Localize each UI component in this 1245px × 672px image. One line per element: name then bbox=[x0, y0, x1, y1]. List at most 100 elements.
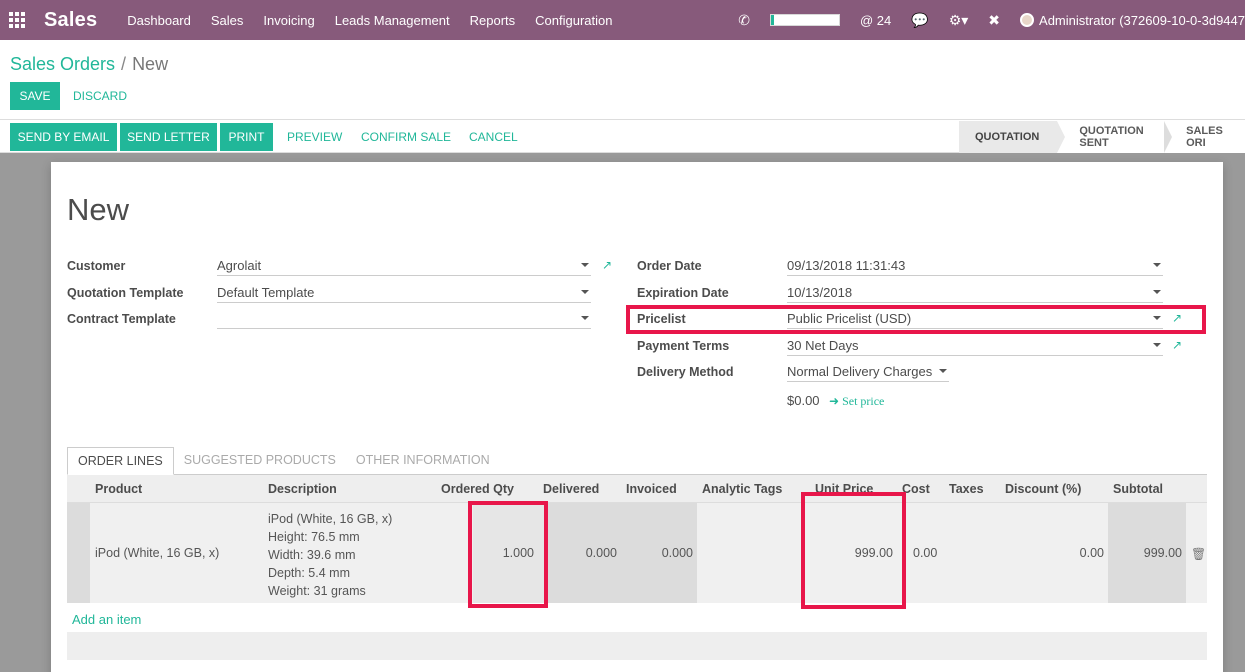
col-ordered-qty[interactable]: Ordered Qty bbox=[441, 482, 514, 496]
menu-reports[interactable]: Reports bbox=[470, 13, 516, 28]
trash-icon[interactable]: 🗑 bbox=[1191, 547, 1206, 561]
top-navbar: Sales Dashboard Sales Invoicing Leads Ma… bbox=[0, 0, 1245, 40]
chevron-down-icon[interactable] bbox=[1153, 343, 1161, 347]
bug-icon[interactable]: ⚙▾ bbox=[949, 12, 969, 29]
col-taxes[interactable]: Taxes bbox=[949, 482, 984, 496]
menu-sales[interactable]: Sales bbox=[211, 13, 244, 28]
send-letter-button[interactable]: SEND LETTER bbox=[120, 123, 217, 151]
stage-quotation-sent[interactable]: QUOTATION SENT bbox=[1057, 121, 1172, 153]
tab-order-lines[interactable]: ORDER LINES bbox=[67, 447, 174, 475]
col-cost[interactable]: Cost bbox=[902, 482, 930, 496]
expiration-date-value: 10/13/2018 bbox=[787, 285, 853, 300]
confirm-sale-button[interactable]: CONFIRM SALE bbox=[361, 123, 451, 151]
tab-suggested-products[interactable]: SUGGESTED PRODUCTS bbox=[174, 447, 346, 474]
payment-terms-value: 30 Net Days bbox=[787, 338, 859, 353]
chat-icon[interactable]: 💬 bbox=[911, 12, 928, 29]
description-line: iPod (White, 16 GB, x) bbox=[268, 512, 393, 526]
tab-other-information[interactable]: OTHER INFORMATION bbox=[346, 447, 500, 474]
description-line: Height: 76.5 mm bbox=[268, 530, 360, 544]
chevron-down-icon[interactable] bbox=[1153, 290, 1161, 294]
set-price-link[interactable]: ➜ Set price bbox=[829, 394, 884, 409]
description-line: Weight: 31 grams bbox=[268, 584, 366, 598]
send-by-email-button[interactable]: SEND BY EMAIL bbox=[10, 123, 117, 151]
order-date-field[interactable]: 09/13/2018 11:31:43 bbox=[787, 256, 1163, 276]
progress-bar[interactable] bbox=[770, 14, 840, 26]
progress-fill bbox=[771, 15, 775, 25]
quotation-template-field[interactable]: Default Template bbox=[217, 283, 591, 303]
add-item-link[interactable]: Add an item bbox=[72, 612, 141, 627]
menu-dashboard[interactable]: Dashboard bbox=[127, 13, 191, 28]
quotation-template-value: Default Template bbox=[217, 285, 315, 300]
chevron-down-icon[interactable] bbox=[581, 290, 589, 294]
breadcrumb: Sales Orders / New bbox=[10, 54, 168, 75]
cancel-button[interactable]: CANCEL bbox=[469, 123, 518, 151]
external-link-icon[interactable]: ↗ bbox=[1172, 338, 1182, 352]
chevron-down-icon[interactable] bbox=[581, 316, 589, 320]
menu-leads-management[interactable]: Leads Management bbox=[335, 13, 450, 28]
chevron-down-icon[interactable] bbox=[939, 369, 947, 373]
tools-icon[interactable]: ✖ bbox=[988, 12, 1000, 29]
cell-product: iPod (White, 16 GB, x) bbox=[95, 546, 220, 560]
expiration-date-field[interactable]: 10/13/2018 bbox=[787, 283, 1163, 303]
cell-cost: 0.00 bbox=[913, 546, 938, 560]
menu-invoicing[interactable]: Invoicing bbox=[263, 13, 314, 28]
col-description[interactable]: Description bbox=[268, 482, 337, 496]
control-panel: Sales Orders / New SAVE DISCARD SEND BY EM… bbox=[0, 40, 1245, 153]
user-menu[interactable]: Administrator (372609-10-0-3d9447 bbox=[1020, 13, 1245, 28]
apps-grid-icon[interactable] bbox=[0, 0, 34, 40]
breadcrumb-current: New bbox=[132, 54, 169, 74]
set-price-label: Set price bbox=[842, 394, 885, 408]
expiration-date-label: Expiration Date bbox=[637, 286, 729, 300]
breadcrumb-sales-orders[interactable]: Sales Orders bbox=[10, 54, 115, 74]
col-product[interactable]: Product bbox=[95, 482, 142, 496]
col-subtotal[interactable]: Subtotal bbox=[1113, 482, 1163, 496]
table-row[interactable]: iPod (White, 16 GB, x) iPod (White, 16 G… bbox=[67, 503, 1207, 603]
description-line: Depth: 5.4 mm bbox=[268, 566, 350, 580]
col-invoiced[interactable]: Invoiced bbox=[626, 482, 677, 496]
order-date-value: 09/13/2018 11:31:43 bbox=[787, 258, 906, 273]
quotation-template-label: Quotation Template bbox=[67, 286, 184, 300]
save-button[interactable]: SAVE bbox=[10, 82, 60, 110]
order-lines-header: Product Description Ordered Qty Delivere… bbox=[67, 475, 1207, 503]
unit-price-highlight bbox=[801, 492, 906, 609]
discard-button[interactable]: DISCARD bbox=[73, 82, 127, 110]
customer-value: Agrolait bbox=[217, 258, 262, 273]
avatar bbox=[1020, 13, 1035, 27]
cell-discount: 0.00 bbox=[1079, 546, 1104, 560]
delivery-method-value: Normal Delivery Charges bbox=[787, 364, 933, 379]
contract-template-field[interactable] bbox=[217, 309, 591, 329]
customer-field[interactable]: Agrolait bbox=[217, 256, 591, 276]
record-title: New bbox=[67, 192, 130, 227]
cell-subtotal: 999.00 bbox=[1143, 546, 1182, 560]
col-discount[interactable]: Discount (%) bbox=[1005, 482, 1081, 496]
form-sheet: New Customer Agrolait ↗ Quotation Templa… bbox=[51, 162, 1223, 672]
delivery-amount: $0.00 bbox=[787, 393, 820, 408]
customer-label: Customer bbox=[67, 259, 126, 273]
stage-quotation[interactable]: QUOTATION bbox=[959, 121, 1066, 153]
status-bar: QUOTATION QUOTATION SENT SALES ORI bbox=[959, 121, 1245, 153]
payment-terms-label: Payment Terms bbox=[637, 339, 730, 353]
delivery-method-field[interactable]: Normal Delivery Charges bbox=[787, 362, 949, 382]
table-footer bbox=[67, 632, 1207, 660]
ordered-qty-highlight bbox=[468, 501, 548, 608]
app-brand[interactable]: Sales bbox=[44, 9, 97, 32]
preview-button[interactable]: PREVIEW bbox=[287, 123, 342, 151]
print-button[interactable]: PRINT bbox=[220, 123, 273, 151]
mentions-counter[interactable]: @ 24 bbox=[860, 13, 891, 28]
stage-sales-order[interactable]: SALES ORI bbox=[1164, 121, 1245, 153]
menu-configuration[interactable]: Configuration bbox=[535, 13, 612, 28]
breadcrumb-separator: / bbox=[121, 54, 127, 74]
phone-icon[interactable]: ✆ bbox=[738, 12, 750, 29]
user-name: Administrator (372609-10-0-3d9447 bbox=[1039, 12, 1245, 28]
external-link-icon[interactable]: ↗ bbox=[602, 258, 612, 272]
col-analytic-tags[interactable]: Analytic Tags bbox=[702, 482, 782, 496]
chevron-down-icon[interactable] bbox=[1153, 263, 1161, 267]
control-divider bbox=[0, 119, 1245, 120]
contract-template-label: Contract Template bbox=[67, 312, 176, 326]
chevron-down-icon[interactable] bbox=[581, 263, 589, 267]
payment-terms-field[interactable]: 30 Net Days bbox=[787, 336, 1163, 356]
arrow-right-icon: ➜ bbox=[829, 394, 843, 408]
col-delivered[interactable]: Delivered bbox=[543, 482, 599, 496]
pricelist-highlight bbox=[626, 305, 1206, 334]
description-line: Width: 39.6 mm bbox=[268, 548, 356, 562]
